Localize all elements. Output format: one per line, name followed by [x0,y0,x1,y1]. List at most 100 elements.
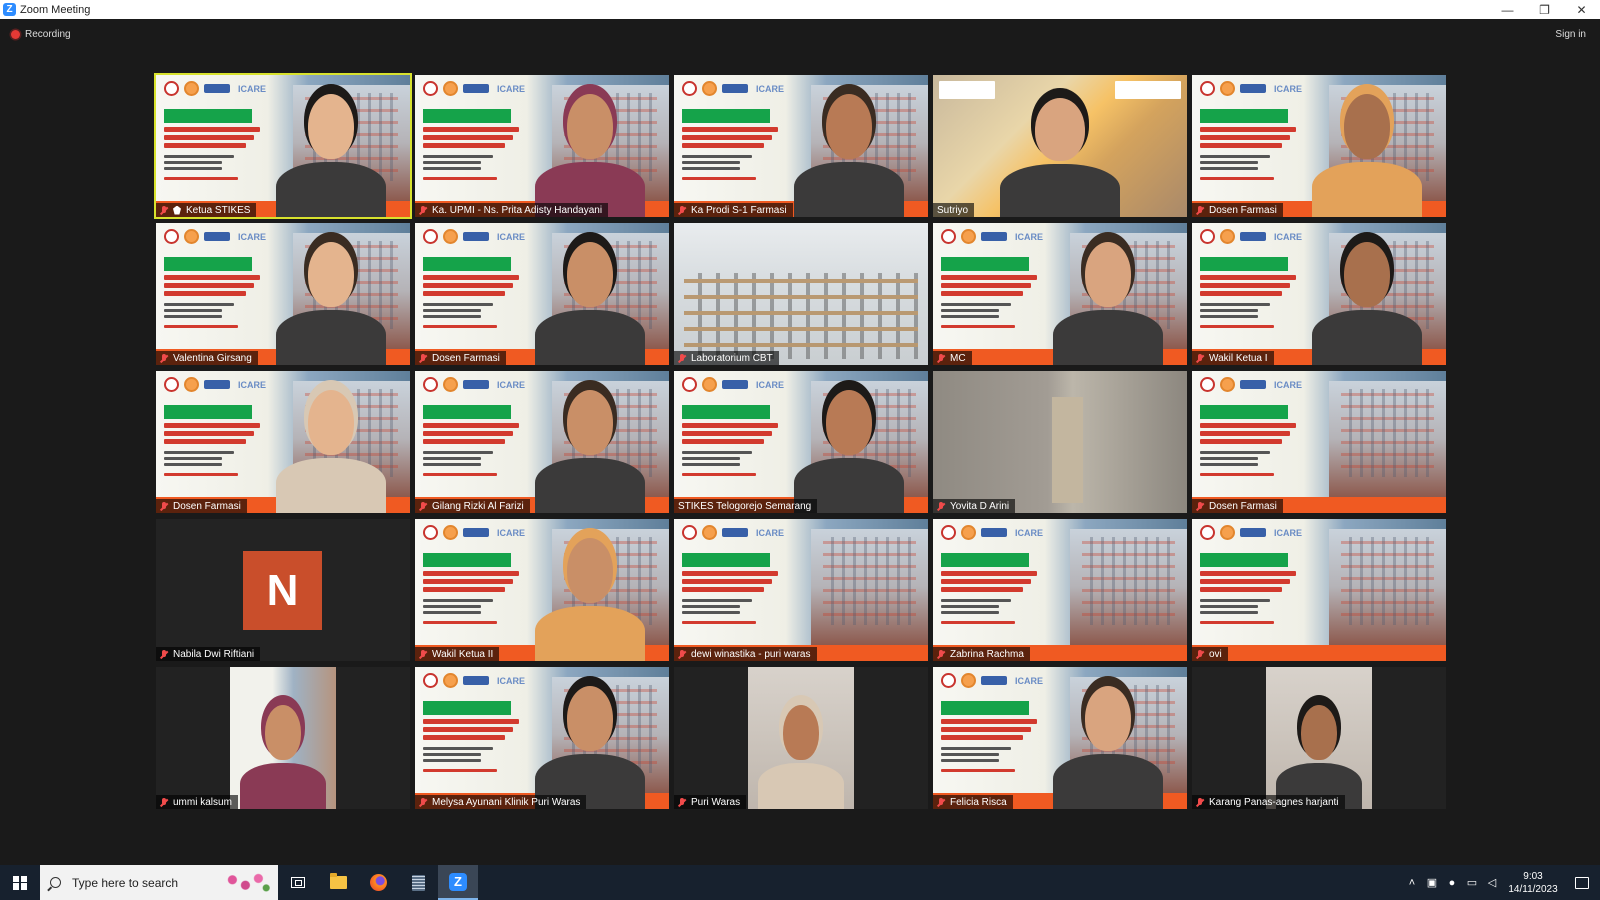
participant-video [535,531,645,661]
participant-tile[interactable]: ICARE Ketua STIKES [154,73,412,219]
recording-indicator[interactable]: Recording [11,29,71,40]
participant-name: Ka Prodi S-1 Farmasi [691,204,787,216]
participant-name-tag: dewi winastika - puri waras [674,647,817,661]
network-icon[interactable]: ▭ [1462,865,1482,900]
participant-tile[interactable]: ICARE Wakil Ketua II [415,519,669,661]
zoom-taskbar-button[interactable]: Z [438,865,478,900]
taskbar-clock[interactable]: 9:03 14/11/2023 [1502,870,1564,896]
participant-tile[interactable]: ICARE Melysa Ayunani Klinik Puri Waras [415,667,669,809]
participant-name-tag: Ka Prodi S-1 Farmasi [674,203,793,217]
windows-logo-icon [13,875,27,890]
sign-in-link[interactable]: Sign in [1555,29,1586,40]
task-view-button[interactable] [278,865,318,900]
participant-name: Nabila Dwi Riftiani [173,648,255,660]
participant-tile[interactable]: ICARE Felicia Risca [933,667,1187,809]
muted-mic-icon [937,797,945,807]
participant-name-tag: Karang Panas-agnes harjanti [1192,795,1345,809]
participant-name: Gilang Rizki Al Farizi [432,500,524,512]
chevron-up-icon[interactable]: ˄ [1402,865,1422,900]
close-button[interactable]: ✕ [1563,0,1600,19]
participant-tile[interactable]: ICARE Ka. UPMI - Ns. Prita Adisty Handaya… [415,75,669,217]
participant-tile[interactable]: ICARE Dosen Farmasi [1192,75,1446,217]
participant-name-tag: Laboratorium CBT [674,351,779,365]
participant-name-tag: MC [933,351,972,365]
meet-now-icon[interactable]: ▣ [1422,865,1442,900]
participant-tile[interactable]: ICARE STIKES Telogorejo Semarang [674,371,928,513]
muted-mic-icon [419,797,427,807]
participant-name: dewi winastika - puri waras [691,648,811,660]
search-icon [50,877,61,888]
video-background [933,371,1187,513]
speaker-muted-icon[interactable]: ◁ [1482,865,1502,900]
participant-tile[interactable]: N Nabila Dwi Riftiani [156,519,410,661]
muted-mic-icon [937,353,945,363]
search-placeholder: Type here to search [72,875,179,890]
muted-mic-icon [678,797,686,807]
clock-time: 9:03 [1523,870,1543,882]
participant-video [794,383,904,513]
muted-mic-icon [160,501,168,511]
window-controls: — ❐ ✕ [1489,0,1600,19]
restore-button[interactable]: ❐ [1526,0,1563,19]
participant-tile[interactable]: ICARE Dosen Farmasi [415,223,669,365]
participant-tile[interactable]: Puri Waras [674,667,928,809]
participant-name: Dosen Farmasi [1209,500,1277,512]
participant-video [240,699,326,809]
participant-video [1053,679,1163,809]
participant-name-tag: Ka. UPMI - Ns. Prita Adisty Handayani [415,203,609,217]
notification-center-button[interactable] [1564,865,1600,900]
participant-name-tag: Dosen Farmasi [1192,203,1283,217]
participant-tile[interactable]: ummi kalsum [156,667,410,809]
participant-tile[interactable]: ICARE ovi [1192,519,1446,661]
participant-video [1000,92,1120,217]
muted-mic-icon [419,501,427,511]
firefox-icon [369,874,387,891]
recording-label: Recording [25,29,71,40]
start-button[interactable] [0,865,40,900]
participant-tile[interactable]: ICARE Wakil Ketua I [1192,223,1446,365]
participant-name-tag: Valentina Girsang [156,351,258,365]
minimize-button[interactable]: — [1489,0,1526,19]
file-explorer-button[interactable] [318,865,358,900]
participant-tile[interactable]: Laboratorium CBT [674,223,928,365]
participant-tile[interactable]: ICARE Gilang Rizki Al Farizi [415,371,669,513]
participant-name-tag: ovi [1192,647,1228,661]
participant-tile[interactable]: Sutriyo [933,75,1187,217]
zoom-app-icon: Z [3,3,16,16]
participant-name: Melysa Ayunani Klinik Puri Waras [432,796,581,808]
host-icon [173,205,181,215]
participant-tile[interactable]: ICARE dewi winastika - puri waras [674,519,928,661]
windows-taskbar: Type here to search Z ˄ ▣ ● ▭ ◁ 9:03 14/… [0,865,1600,900]
participant-name-tag: STIKES Telogorejo Semarang [674,499,818,513]
participant-tile[interactable]: ICARE Valentina Girsang [156,223,410,365]
meeting-window: Recording Sign in ICARE Ketua STIKES ICARE… [0,19,1600,865]
folder-icon [329,873,347,889]
participant-video [794,87,904,217]
firefox-button[interactable] [358,865,398,900]
participant-tile[interactable]: ICARE Dosen Farmasi [1192,371,1446,513]
participant-tile[interactable]: ICARE Ka Prodi S-1 Farmasi [674,75,928,217]
participant-name-tag: Gilang Rizki Al Farizi [415,499,530,513]
microphone-icon[interactable]: ● [1442,865,1462,900]
participant-name-tag: Dosen Farmasi [1192,499,1283,513]
participant-tile[interactable]: Yovita D Arini [933,371,1187,513]
muted-mic-icon [937,501,945,511]
taskbar-search[interactable]: Type here to search [40,865,278,900]
participant-name: Ka. UPMI - Ns. Prita Adisty Handayani [432,204,603,216]
participant-name: Laboratorium CBT [691,352,773,364]
event-banner-background: ICARE [674,519,928,661]
participant-name-tag: Felicia Risca [933,795,1013,809]
participant-video [276,235,386,365]
calculator-button[interactable] [398,865,438,900]
participant-tile[interactable]: ICARE Dosen Farmasi [156,371,410,513]
participant-video [535,235,645,365]
participant-video [535,383,645,513]
participant-name: Zabrina Rachma [950,648,1024,660]
participant-video [1312,87,1422,217]
participant-name: STIKES Telogorejo Semarang [678,500,812,512]
participant-tile[interactable]: ICARE MC [933,223,1187,365]
participant-tile[interactable]: ICARE Zabrina Rachma [933,519,1187,661]
participant-name: Dosen Farmasi [173,500,241,512]
participant-name: Karang Panas-agnes harjanti [1209,796,1339,808]
participant-tile[interactable]: Karang Panas-agnes harjanti [1192,667,1446,809]
